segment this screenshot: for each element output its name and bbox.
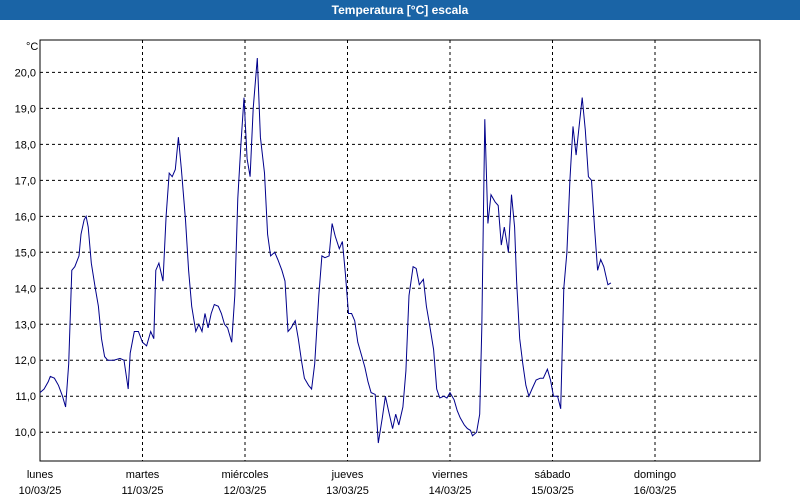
x-tick-date-label: 16/03/25	[634, 485, 677, 497]
x-tick-date-label: 13/03/25	[326, 485, 369, 497]
chart-background	[0, 20, 800, 500]
x-tick-day-label: domingo	[634, 469, 676, 481]
y-tick-label: 11,0	[15, 391, 36, 403]
y-tick-label: 17,0	[15, 175, 36, 187]
y-tick-label: 12,0	[15, 355, 36, 367]
temperature-chart: °C 10,0 11,0 12,0 13,0 14,0 15,0 16,0 17,0 18,0 1…	[0, 20, 800, 500]
window-title: Temperatura [°C] escala	[0, 0, 800, 20]
x-tick-day-label: lunes	[27, 469, 54, 481]
x-tick-date-label: 14/03/25	[429, 485, 472, 497]
x-tick-day-label: viernes	[432, 469, 468, 481]
y-tick-label: 18,0	[15, 139, 36, 151]
x-tick-day-label: martes	[126, 469, 160, 481]
x-tick-day-label: sábado	[534, 469, 570, 481]
x-tick-date-label: 15/03/25	[531, 485, 574, 497]
y-tick-label: 10,0	[15, 427, 36, 439]
y-tick-label: 15,0	[15, 247, 36, 259]
y-axis-unit-label: °C	[26, 41, 38, 53]
x-tick-day-label: jueves	[331, 469, 364, 481]
y-tick-label: 16,0	[15, 211, 36, 223]
y-tick-label: 20,0	[15, 67, 36, 79]
x-tick-day-label: miércoles	[221, 469, 269, 481]
y-tick-label: 19,0	[15, 103, 36, 115]
y-tick-label: 13,0	[15, 319, 36, 331]
y-tick-label: 14,0	[15, 283, 36, 295]
x-tick-date-label: 10/03/25	[19, 485, 62, 497]
x-tick-date-label: 11/03/25	[121, 485, 163, 497]
x-tick-date-label: 12/03/25	[224, 485, 267, 497]
